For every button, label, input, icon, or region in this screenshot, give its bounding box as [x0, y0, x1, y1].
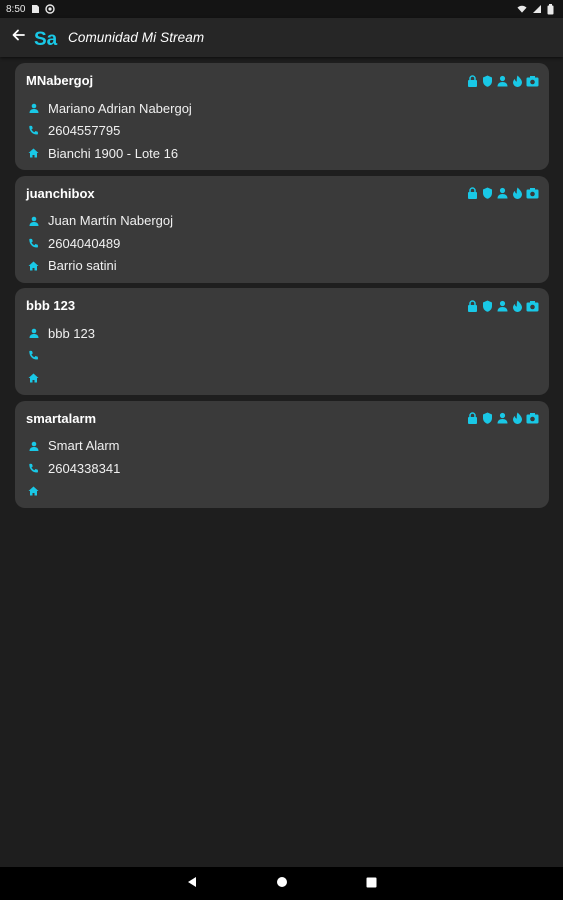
- list-item[interactable]: bbb 123 bbb 123: [15, 288, 549, 395]
- card-username: MNabergoj: [26, 73, 94, 88]
- phone-number: 2604338341: [48, 460, 121, 476]
- shield-icon: [481, 412, 494, 425]
- address-row: [26, 480, 538, 503]
- person-icon: [27, 214, 40, 227]
- phone-icon: [27, 124, 40, 137]
- person-alert-icon: [496, 74, 509, 87]
- wifi-icon: [517, 4, 527, 14]
- contact-name-row: Mariano Adrian Nabergoj: [26, 97, 538, 120]
- nav-back-button[interactable]: [147, 867, 237, 900]
- home-icon: [27, 259, 40, 272]
- phone-row[interactable]: 2604557795: [26, 120, 538, 143]
- battery-icon: [547, 4, 557, 15]
- back-triangle-icon: [186, 875, 198, 893]
- status-time: 8:50: [6, 3, 26, 15]
- address-row: Bianchi 1900 - Lote 16: [26, 142, 538, 165]
- card-status-icons: [466, 412, 539, 425]
- contact-name-row: bbb 123: [26, 322, 538, 345]
- card-status-icons: [466, 299, 539, 312]
- nav-home-button[interactable]: [237, 867, 327, 900]
- shield-icon: [481, 187, 494, 200]
- contact-name: Mariano Adrian Nabergoj: [48, 100, 192, 116]
- lock-icon: [466, 74, 479, 87]
- lock-icon: [466, 412, 479, 425]
- arrow-back-icon: [11, 28, 25, 47]
- system-nav-bar: [0, 867, 563, 900]
- page-title: Comunidad Mi Stream: [68, 30, 205, 45]
- phone-icon: [27, 237, 40, 250]
- recents-square-icon: [366, 875, 377, 893]
- card-status-icons: [466, 187, 539, 200]
- person-alert-icon: [496, 187, 509, 200]
- app-bar: Sa Comunidad Mi Stream: [0, 18, 563, 57]
- home-circle-icon: [276, 875, 288, 893]
- phone-number: 2604040489: [48, 235, 121, 251]
- lock-icon: [466, 299, 479, 312]
- contact-name-row: Smart Alarm: [26, 435, 538, 458]
- person-alert-icon: [496, 412, 509, 425]
- address: Bianchi 1900 - Lote 16: [48, 145, 179, 161]
- status-right: [517, 4, 557, 15]
- contact-name-row: Juan Martín Nabergoj: [26, 210, 538, 233]
- card-username: juanchibox: [26, 185, 95, 201]
- status-left: 8:50: [6, 3, 56, 15]
- sd-card-icon: [30, 4, 40, 14]
- status-bar: 8:50: [0, 0, 563, 18]
- camera-icon: [526, 74, 539, 87]
- person-icon: [27, 102, 40, 115]
- person-icon: [27, 439, 40, 452]
- list-item[interactable]: MNabergoj Mariano Adrian Nabergoj 260455…: [15, 63, 549, 170]
- contact-name: Smart Alarm: [48, 438, 120, 454]
- contact-name: bbb 123: [48, 325, 95, 341]
- fire-icon: [511, 299, 524, 312]
- home-icon: [27, 372, 40, 385]
- camera-icon: [526, 187, 539, 200]
- phone-icon: [27, 349, 40, 362]
- back-button[interactable]: [0, 18, 36, 57]
- community-list: MNabergoj Mariano Adrian Nabergoj 260455…: [15, 63, 549, 513]
- address-row: Barrio satini: [26, 255, 538, 278]
- address-row: [26, 367, 538, 390]
- signal-icon: [532, 4, 542, 14]
- address: Barrio satini: [48, 258, 117, 274]
- list-item[interactable]: juanchibox Juan Martín Nabergoj 26040404…: [15, 175, 549, 283]
- list-item[interactable]: smartalarm Smart Alarm 2604338341: [15, 400, 549, 508]
- phone-number: 2604557795: [48, 123, 121, 139]
- camera-icon: [526, 412, 539, 425]
- home-icon: [27, 484, 40, 497]
- app-logo: Sa: [34, 27, 60, 49]
- person-alert-icon: [496, 299, 509, 312]
- home-icon: [27, 147, 40, 160]
- shield-icon: [481, 299, 494, 312]
- fire-icon: [511, 74, 524, 87]
- lock-icon: [466, 187, 479, 200]
- logo-text: Sa: [34, 29, 58, 48]
- phone-row[interactable]: 2604338341: [26, 457, 538, 480]
- phone-row[interactable]: 2604040489: [26, 232, 538, 255]
- phone-icon: [27, 462, 40, 475]
- camera-icon: [526, 299, 539, 312]
- nav-recents-button[interactable]: [327, 867, 417, 900]
- card-username: smartalarm: [26, 410, 97, 426]
- person-icon: [27, 327, 40, 340]
- phone-row[interactable]: [26, 345, 538, 368]
- card-username: bbb 123: [26, 298, 76, 313]
- at-sign-icon: [45, 4, 56, 14]
- contact-name: Juan Martín Nabergoj: [48, 213, 174, 229]
- fire-icon: [511, 412, 524, 425]
- shield-icon: [481, 74, 494, 87]
- card-status-icons: [466, 74, 539, 87]
- fire-icon: [511, 187, 524, 200]
